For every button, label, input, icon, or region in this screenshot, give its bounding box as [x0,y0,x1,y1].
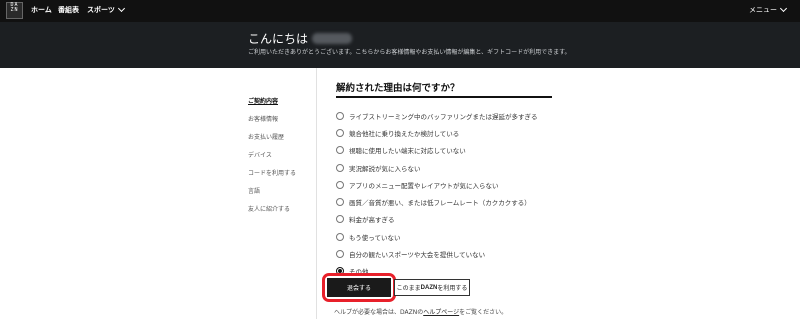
reason-option-quality[interactable]: 画質／音質が悪い、または低フレームレート（カクカクする） [336,193,538,210]
menu-button[interactable]: メニュー [749,4,788,15]
cancel-membership-button[interactable]: 退会する [327,278,391,297]
header-subtitle: ご利用いただきありがとうございます。こちらからお客様情報やお支払い情報が編集と、… [248,49,571,56]
option-label: 実況解説が気に入らない [349,164,421,173]
help-text: ヘルプが必要な場合は、DAZNのヘルプページをご覧ください。 [334,307,507,316]
option-label: ライブストリーミング中のバッファリングまたは遅延が多すぎる [349,112,538,121]
continue-prefix: このまま [396,286,421,292]
radio-button[interactable] [336,215,344,224]
option-label: アプリのメニュー配置やレイアウトが気に入らない [349,181,499,190]
continue-using-button[interactable]: このまま DAZN を利用する [394,279,470,296]
continue-brand: DAZN [420,284,438,291]
blurred-username [312,33,353,44]
nav-sports-label: スポーツ [87,6,115,14]
radio-button[interactable] [336,232,344,241]
account-header: こんにちは ご利用いただきありがとうございます。こちらからお客様情報やお支払い情… [0,22,800,68]
option-label: 自分の観たいスポーツや大会を提供していない [349,251,486,260]
reason-option-commentary[interactable]: 実況解説が気に入らない [336,159,538,176]
option-label: 料金が高すぎる [349,216,395,225]
help-suffix: をご覧ください。 [459,309,508,316]
menu-label: メニュー [749,6,777,14]
nav-home[interactable]: ホーム [31,5,52,15]
reason-option-buffering[interactable]: ライブストリーミング中のバッファリングまたは遅延が多すぎる [336,107,538,124]
reason-option-app-layout[interactable]: アプリのメニュー配置やレイアウトが気に入らない [336,176,538,193]
chevron-down-icon [779,4,788,13]
reason-option-content[interactable]: 自分の観たいスポーツや大会を提供していない [336,245,538,262]
continue-suffix: を利用する [437,286,468,292]
option-label: 画質／音質が悪い、または低フレームレート（カクカクする） [349,199,531,208]
radio-button[interactable] [336,180,344,189]
nav-schedule[interactable]: 番組表 [58,5,79,15]
radio-button[interactable] [336,128,344,137]
vertical-divider [316,68,317,319]
top-nav-bar: DA ZN ホーム 番組表 スポーツ メニュー [0,0,800,22]
reason-option-device[interactable]: 視聴に使用したい端末に対応していない [336,142,538,159]
nav-sports[interactable]: スポーツ [87,4,125,15]
option-label: もう使っていない [349,233,401,242]
help-prefix: ヘルプが必要な場合は、DAZNの [334,309,424,316]
reason-option-competitor[interactable]: 競合他社に乗り換えたか検討している [336,124,538,141]
greeting: こんにちは [248,30,353,47]
question-underline [336,96,552,98]
reason-option-price[interactable]: 料金が高すぎる [336,211,538,228]
chevron-down-icon [117,4,125,13]
radio-button[interactable] [336,163,344,172]
reason-options: ライブストリーミング中のバッファリングまたは遅延が多すぎる 競合他社に乗り換えた… [336,107,538,280]
radio-button[interactable] [336,146,344,155]
radio-button[interactable] [336,198,344,207]
radio-button[interactable] [336,111,344,120]
help-page-link[interactable]: ヘルプページ [423,309,459,316]
survey-question: 解約された理由は何ですか？ [336,83,460,94]
reason-option-not-using[interactable]: もう使っていない [336,228,538,245]
option-label: 競合他社に乗り換えたか検討している [349,129,460,138]
dazn-logo[interactable]: DA ZN [6,2,23,19]
greeting-text: こんにちは [248,32,309,46]
logo-line-2: ZN [10,7,19,13]
option-label: 視聴に使用したい端末に対応していない [349,147,466,156]
radio-button[interactable] [336,250,344,259]
